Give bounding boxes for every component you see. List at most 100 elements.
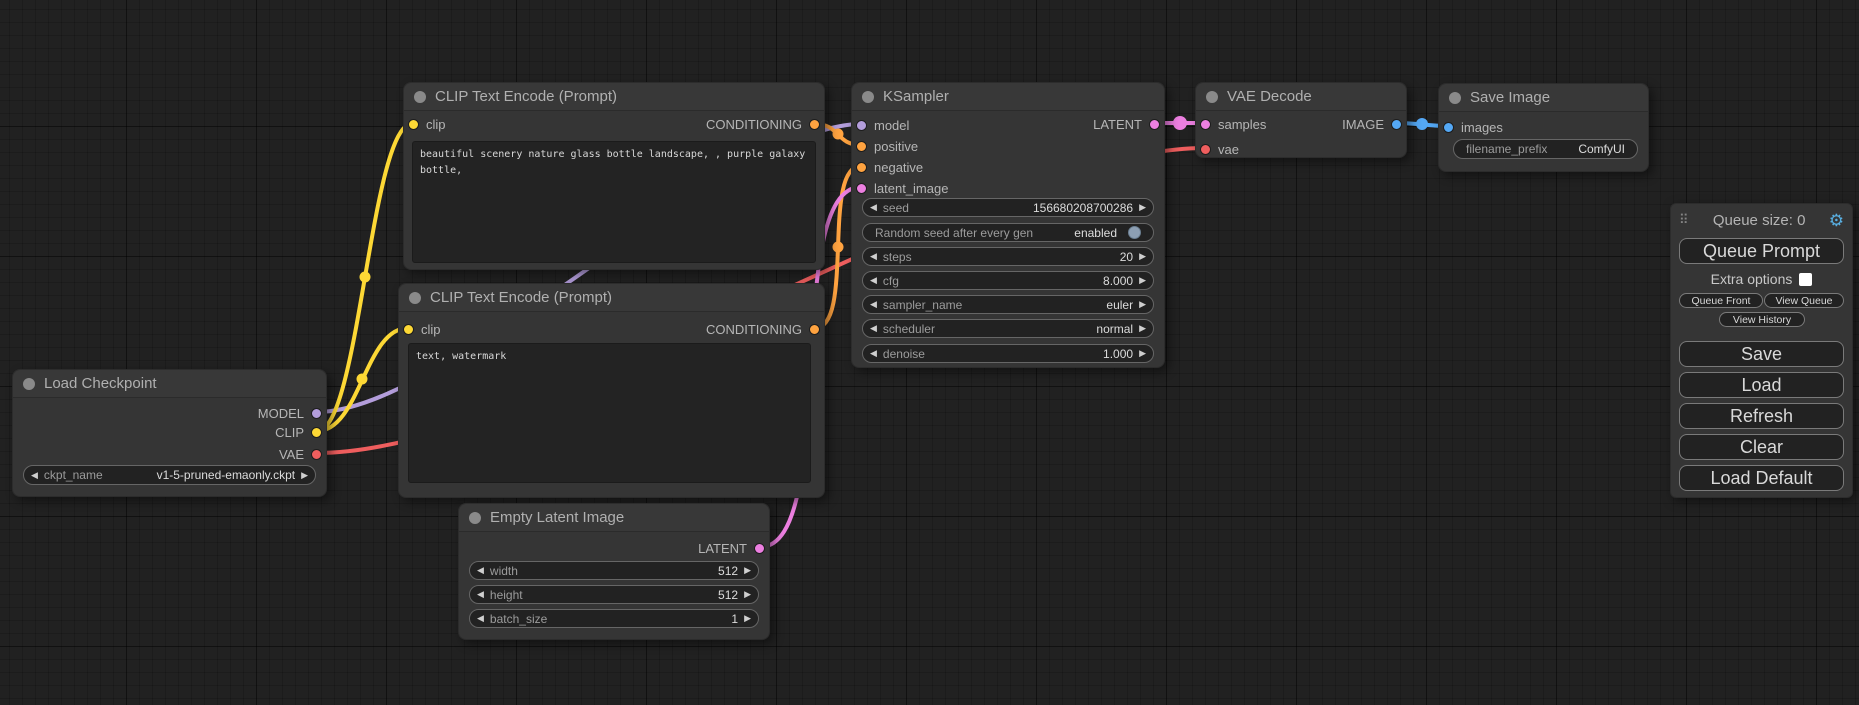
increment-arrow-icon[interactable]: ▶ xyxy=(1139,300,1146,309)
vae-port-icon[interactable] xyxy=(1200,144,1211,155)
collapse-dot-icon[interactable] xyxy=(1449,92,1461,104)
conditioning-port-icon[interactable] xyxy=(856,162,867,173)
input-vae[interactable]: vae xyxy=(1200,139,1239,159)
collapse-dot-icon[interactable] xyxy=(409,292,421,304)
output-model[interactable]: MODEL xyxy=(258,403,322,423)
image-port-icon[interactable] xyxy=(1443,122,1454,133)
decrement-arrow-icon[interactable]: ◀ xyxy=(31,471,38,480)
widget-cfg[interactable]: ◀ cfg 8.000 ▶ xyxy=(862,271,1154,290)
decrement-arrow-icon[interactable]: ◀ xyxy=(870,324,877,333)
wire-midpoint-dot[interactable] xyxy=(360,272,371,283)
collapse-dot-icon[interactable] xyxy=(23,378,35,390)
input-positive[interactable]: positive xyxy=(856,136,918,156)
widget-denoise[interactable]: ◀ denoise 1.000 ▶ xyxy=(862,344,1154,363)
decrement-arrow-icon[interactable]: ◀ xyxy=(870,276,877,285)
widget-steps[interactable]: ◀ steps 20 ▶ xyxy=(862,247,1154,266)
collapse-dot-icon[interactable] xyxy=(469,512,481,524)
wire-midpoint-dot[interactable] xyxy=(1416,118,1428,130)
refresh-button[interactable]: Refresh xyxy=(1679,403,1844,429)
wire-midpoint-dot[interactable] xyxy=(1173,116,1187,130)
load-button[interactable]: Load xyxy=(1679,372,1844,398)
node-ksampler[interactable]: KSampler model positive negative latent_… xyxy=(851,82,1165,368)
increment-arrow-icon[interactable]: ▶ xyxy=(744,566,751,575)
conditioning-port-icon[interactable] xyxy=(809,324,820,335)
clip-port-icon[interactable] xyxy=(311,427,322,438)
widget-sampler-name[interactable]: ◀ sampler_name euler ▶ xyxy=(862,295,1154,314)
input-samples[interactable]: samples xyxy=(1200,114,1266,134)
settings-gear-icon[interactable]: ⚙ xyxy=(1829,212,1844,229)
wire-midpoint-dot[interactable] xyxy=(833,242,844,253)
node-title-bar[interactable]: Load Checkpoint xyxy=(13,370,326,398)
node-clip-text-encode-positive[interactable]: CLIP Text Encode (Prompt) clip CONDITION… xyxy=(403,82,825,270)
collapse-dot-icon[interactable] xyxy=(862,91,874,103)
input-images[interactable]: images xyxy=(1443,117,1503,137)
output-latent[interactable]: LATENT xyxy=(698,538,765,558)
wire-midpoint-dot[interactable] xyxy=(357,374,368,385)
node-title-bar[interactable]: Empty Latent Image xyxy=(459,504,769,532)
decrement-arrow-icon[interactable]: ◀ xyxy=(870,349,877,358)
node-title-bar[interactable]: VAE Decode xyxy=(1196,83,1406,111)
collapse-dot-icon[interactable] xyxy=(1206,91,1218,103)
drag-handle-icon[interactable]: ⠿ xyxy=(1679,212,1690,228)
node-title-bar[interactable]: CLIP Text Encode (Prompt) xyxy=(404,83,824,111)
node-load-checkpoint[interactable]: Load Checkpoint MODEL CLIP VAE ◀ ckpt_na… xyxy=(12,369,327,497)
node-clip-text-encode-negative[interactable]: CLIP Text Encode (Prompt) clip CONDITION… xyxy=(398,283,825,498)
queue-panel[interactable]: ⠿ Queue size: 0 ⚙ Queue Prompt Extra opt… xyxy=(1670,203,1853,498)
increment-arrow-icon[interactable]: ▶ xyxy=(1139,276,1146,285)
node-title-bar[interactable]: CLIP Text Encode (Prompt) xyxy=(399,284,824,312)
decrement-arrow-icon[interactable]: ◀ xyxy=(870,300,877,309)
widget-scheduler[interactable]: ◀ scheduler normal ▶ xyxy=(862,319,1154,338)
latent-port-icon[interactable] xyxy=(754,543,765,554)
widget-filename-prefix[interactable]: filename_prefix ComfyUI xyxy=(1453,139,1638,159)
increment-arrow-icon[interactable]: ▶ xyxy=(1139,203,1146,212)
load-default-button[interactable]: Load Default xyxy=(1679,465,1844,491)
increment-arrow-icon[interactable]: ▶ xyxy=(744,614,751,623)
latent-port-icon[interactable] xyxy=(1200,119,1211,130)
vae-port-icon[interactable] xyxy=(311,449,322,460)
collapse-dot-icon[interactable] xyxy=(414,91,426,103)
prompt-text-input[interactable]: beautiful scenery nature glass bottle la… xyxy=(412,141,816,263)
node-save-image[interactable]: Save Image images filename_prefix ComfyU… xyxy=(1438,83,1649,172)
view-queue-button[interactable]: View Queue xyxy=(1764,293,1844,308)
latent-port-icon[interactable] xyxy=(856,183,867,194)
clear-button[interactable]: Clear xyxy=(1679,434,1844,460)
input-clip[interactable]: clip xyxy=(408,114,446,134)
widget-height[interactable]: ◀ height 512 ▶ xyxy=(469,585,759,604)
widget-ckpt-name[interactable]: ◀ ckpt_name v1-5-pruned-emaonly.ckpt ▶ xyxy=(23,465,316,485)
node-graph-canvas[interactable]: Load Checkpoint MODEL CLIP VAE ◀ ckpt_na… xyxy=(0,0,1859,705)
save-button[interactable]: Save xyxy=(1679,341,1844,367)
decrement-arrow-icon[interactable]: ◀ xyxy=(870,252,877,261)
decrement-arrow-icon[interactable]: ◀ xyxy=(477,566,484,575)
latent-port-icon[interactable] xyxy=(1149,119,1160,130)
wire-midpoint-dot[interactable] xyxy=(833,129,844,140)
node-title-bar[interactable]: KSampler xyxy=(852,83,1164,111)
widget-seed[interactable]: ◀ seed 156680208700286 ▶ xyxy=(862,198,1154,217)
queue-prompt-button[interactable]: Queue Prompt xyxy=(1679,238,1844,264)
output-image[interactable]: IMAGE xyxy=(1342,114,1402,134)
image-port-icon[interactable] xyxy=(1391,119,1402,130)
clip-port-icon[interactable] xyxy=(403,324,414,335)
queue-front-button[interactable]: Queue Front xyxy=(1679,293,1763,308)
node-empty-latent-image[interactable]: Empty Latent Image LATENT ◀ width 512 ▶ … xyxy=(458,503,770,640)
input-clip[interactable]: clip xyxy=(403,319,441,339)
node-vae-decode[interactable]: VAE Decode samples vae IMAGE xyxy=(1195,82,1407,158)
model-port-icon[interactable] xyxy=(311,408,322,419)
output-latent[interactable]: LATENT xyxy=(1093,114,1160,134)
view-history-button[interactable]: View History xyxy=(1719,312,1805,327)
conditioning-port-icon[interactable] xyxy=(856,141,867,152)
decrement-arrow-icon[interactable]: ◀ xyxy=(477,590,484,599)
output-clip[interactable]: CLIP xyxy=(275,422,322,442)
output-conditioning[interactable]: CONDITIONING xyxy=(706,114,820,134)
input-model[interactable]: model xyxy=(856,115,909,135)
node-title-bar[interactable]: Save Image xyxy=(1439,84,1648,112)
prompt-text-input[interactable]: text, watermark xyxy=(408,343,811,483)
extra-options-checkbox[interactable] xyxy=(1799,273,1812,286)
increment-arrow-icon[interactable]: ▶ xyxy=(1139,252,1146,261)
input-negative[interactable]: negative xyxy=(856,157,923,177)
increment-arrow-icon[interactable]: ▶ xyxy=(744,590,751,599)
output-vae[interactable]: VAE xyxy=(279,444,322,464)
toggle-knob-icon[interactable] xyxy=(1128,226,1141,239)
clip-port-icon[interactable] xyxy=(408,119,419,130)
decrement-arrow-icon[interactable]: ◀ xyxy=(870,203,877,212)
increment-arrow-icon[interactable]: ▶ xyxy=(1139,349,1146,358)
